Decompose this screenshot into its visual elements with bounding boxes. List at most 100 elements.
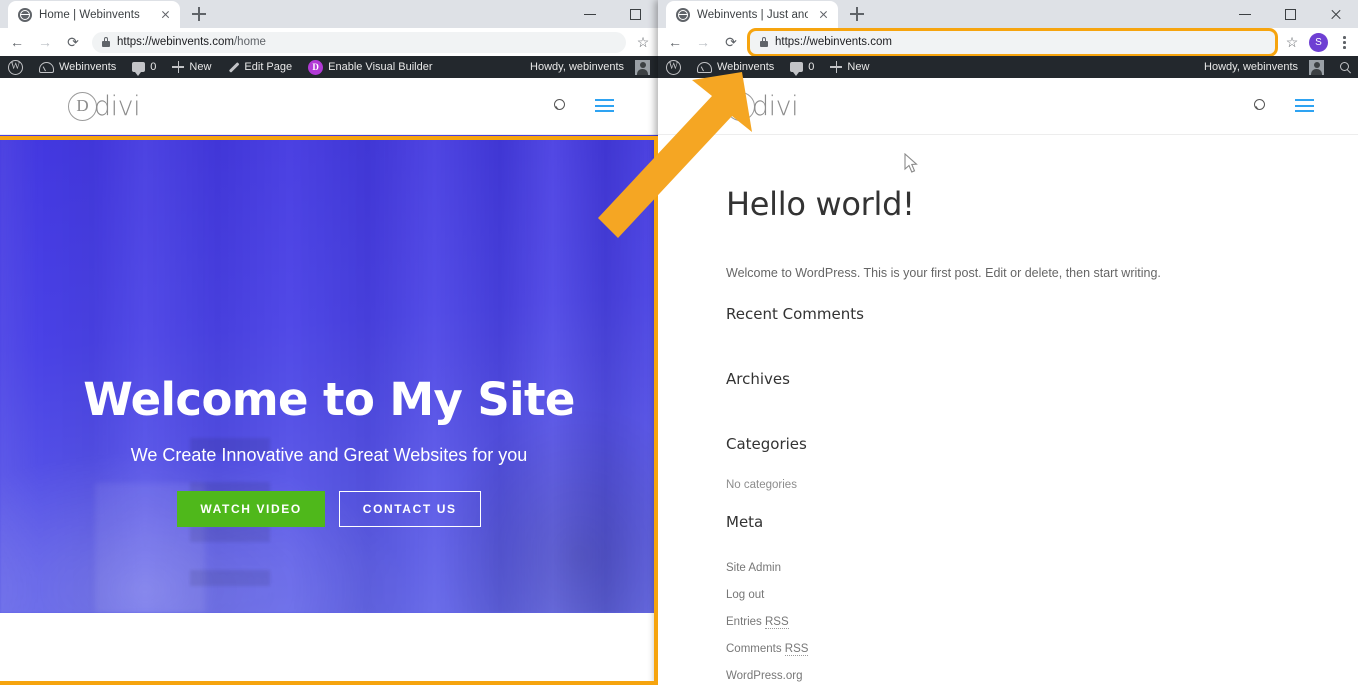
browser-tab-left[interactable]: Home | Webinvents (8, 1, 180, 28)
pencil-icon (227, 61, 239, 73)
address-bar-right[interactable]: https://webinvents.com (750, 30, 1275, 54)
hero-title: Welcome to My Site (83, 373, 575, 426)
admin-search-icon[interactable] (1332, 56, 1358, 78)
globe-icon (676, 7, 690, 22)
comments-menu-left[interactable]: 0 (124, 56, 164, 78)
meta-link-comments-rss[interactable]: Comments RSS (726, 643, 809, 656)
divi-logo-text: divi (94, 90, 141, 122)
plus-icon (172, 61, 185, 73)
list-item: WordPress.org (726, 666, 1358, 684)
howdy-label-left: Howdy, webinvents (530, 61, 624, 73)
rss-abbr: RSS (765, 616, 789, 629)
close-icon[interactable] (157, 7, 173, 23)
lock-icon (760, 37, 768, 47)
bookmark-star-icon-left[interactable]: ☆ (632, 31, 654, 53)
avatar (1309, 59, 1324, 75)
close-window-button-right[interactable] (1313, 0, 1358, 28)
widget-recent-comments: Recent Comments (726, 305, 1358, 323)
edit-page-menu-left[interactable]: Edit Page (219, 56, 300, 78)
widget-archives: Archives (726, 370, 1358, 388)
address-bar-left[interactable]: https://webinvents.com/home (92, 31, 626, 53)
reload-button-right[interactable]: ⟳ (718, 29, 744, 55)
maximize-button-left[interactable] (613, 0, 658, 28)
menu-icon[interactable] (595, 99, 614, 113)
site-name-menu-left[interactable]: Webinvents (31, 56, 124, 78)
plus-icon (830, 61, 843, 73)
chrome-menu-icon[interactable] (1334, 31, 1354, 53)
window-controls-right (1223, 0, 1358, 28)
widget-title: Categories (726, 435, 807, 453)
divi-logo-left[interactable]: D divi (68, 90, 141, 122)
new-tab-button-left[interactable] (186, 1, 212, 27)
meta-link-log-out[interactable]: Log out (726, 589, 764, 601)
new-tab-button-right[interactable] (844, 1, 870, 27)
post-excerpt: Welcome to WordPress. This is your first… (726, 266, 1161, 280)
comment-count-left: 0 (150, 61, 157, 73)
tab-strip-left: Home | Webinvents (0, 0, 658, 28)
watch-video-button[interactable]: WATCH VIDEO (177, 490, 325, 527)
browser-toolbar-right: ← → ⟳ https://webinvents.com ☆ S (658, 28, 1358, 56)
list-item: Log out (726, 585, 1358, 603)
forward-button-left[interactable]: → (32, 29, 58, 55)
list-item: Entries RSS (726, 612, 1358, 630)
divi-logo-right[interactable]: D divi (726, 90, 799, 122)
menu-icon[interactable] (1295, 99, 1314, 113)
browser-window-right: Webinvents | Just another WordP ← → ⟳ (658, 0, 1358, 685)
meta-link-entries-label: Entries (726, 616, 765, 628)
comment-count-right: 0 (808, 61, 815, 73)
dashboard-icon (39, 61, 54, 73)
search-icon (1339, 61, 1351, 73)
new-label-left: New (189, 61, 212, 73)
maximize-button-right[interactable] (1268, 0, 1313, 28)
address-bar-text-right: https://webinvents.com (775, 36, 892, 48)
howdy-menu-left[interactable]: Howdy, webinvents (522, 56, 658, 78)
new-content-menu-left[interactable]: New (164, 56, 219, 78)
comments-menu-right[interactable]: 0 (782, 56, 822, 78)
hero-subtitle: We Create Innovative and Great Websites … (130, 444, 528, 465)
divi-logo-mark: D (68, 91, 97, 121)
hero-content: Welcome to My Site We Create Innovative … (0, 135, 658, 527)
bookmark-star-icon-right[interactable]: ☆ (1281, 31, 1303, 53)
minimize-button-right[interactable] (1223, 0, 1268, 28)
new-label-right: New (847, 61, 870, 73)
list-item: Comments RSS (726, 639, 1358, 657)
back-button-left[interactable]: ← (4, 29, 30, 55)
minimize-button-left[interactable] (568, 0, 613, 28)
new-content-menu-right[interactable]: New (822, 56, 877, 78)
hero-buttons: WATCH VIDEO CONTACT US (0, 490, 658, 527)
widget-meta: Meta Site Admin Log out Entries RSS Comm… (726, 513, 1358, 684)
wp-logo-menu-right[interactable]: W (658, 56, 689, 78)
meta-link-wordpress-org[interactable]: WordPress.org (726, 670, 802, 682)
edit-page-label: Edit Page (244, 61, 293, 73)
screenshot-stage: Home | Webinvents ← → ⟳ https://webinven… (0, 0, 1358, 685)
visual-builder-label: Enable Visual Builder (328, 61, 433, 73)
howdy-menu-right[interactable]: Howdy, webinvents (1196, 56, 1332, 78)
wp-logo-menu-left[interactable]: W (0, 56, 31, 78)
search-icon[interactable] (552, 98, 567, 114)
meta-link-site-admin[interactable]: Site Admin (726, 562, 781, 574)
close-icon[interactable] (815, 7, 831, 23)
browser-tab-right[interactable]: Webinvents | Just another WordP (666, 1, 838, 28)
back-button-right[interactable]: ← (662, 29, 688, 55)
lock-icon (102, 37, 110, 47)
wordpress-icon: W (8, 59, 23, 75)
no-categories-text: No categories (726, 479, 797, 491)
profile-avatar-button[interactable]: S (1309, 32, 1328, 52)
meta-link-comments-label: Comments (726, 643, 785, 655)
divi-site-header-right: D divi (658, 78, 1358, 135)
reload-button-left[interactable]: ⟳ (60, 29, 86, 55)
contact-us-button[interactable]: CONTACT US (338, 490, 481, 527)
address-bar-text-left: https://webinvents.com/home (117, 36, 266, 48)
widget-title: Recent Comments (726, 305, 864, 323)
meta-link-entries-rss[interactable]: Entries RSS (726, 616, 789, 629)
forward-button-right[interactable]: → (690, 29, 716, 55)
widget-categories: Categories No categories (726, 435, 1358, 491)
site-name-menu-right[interactable]: Webinvents (689, 56, 782, 78)
divi-logo-text: divi (752, 90, 799, 122)
wp-admin-bar-left: W Webinvents 0 New Edit Page D Enable Vi… (0, 56, 658, 78)
site-name-label-left: Webinvents (59, 61, 117, 73)
howdy-label-right: Howdy, webinvents (1204, 61, 1298, 73)
admin-bar-right-left: Howdy, webinvents (522, 56, 658, 78)
search-icon[interactable] (1252, 98, 1267, 114)
enable-visual-builder-button[interactable]: D Enable Visual Builder (300, 56, 440, 78)
